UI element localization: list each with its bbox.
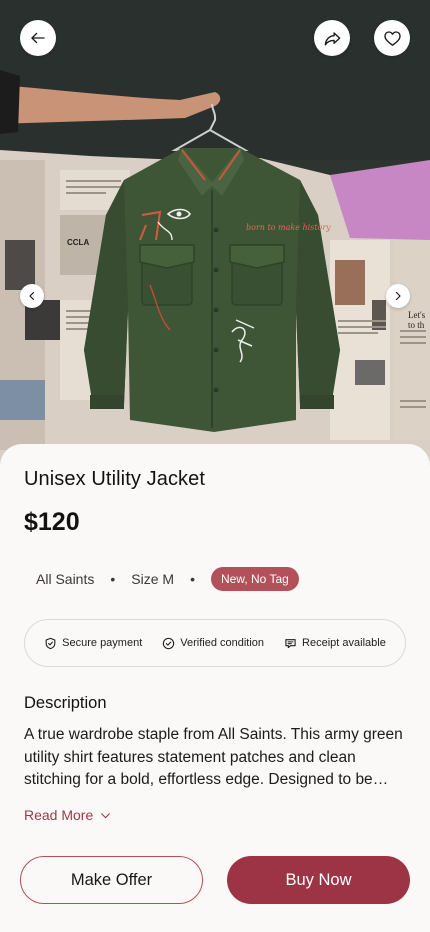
secure-payment-label: Secure payment [62,637,143,649]
product-title: Unisex Utility Jacket [24,468,206,490]
make-offer-label: Make Offer [70,870,153,889]
chevron-left-icon [29,291,35,301]
product-meta: All Saints • Size M • New, No Tag [36,566,299,592]
product-details-sheet: Unisex Utility Jacket $120 All Saints • … [0,444,430,932]
verified-condition-label: Verified condition [180,637,265,649]
separator-dot: • [110,571,116,587]
buy-now-label: Buy Now [285,870,352,889]
condition-badge: New, No Tag [210,567,299,591]
product-photo: CCLA Let's to th born to make history [0,0,430,470]
favorite-button[interactable] [374,20,410,56]
description-text: A true wardrobe staple from All Saints. … [24,726,403,788]
chevron-down-icon [101,812,111,818]
brand-label: All Saints [36,571,95,587]
heart-icon [383,30,401,46]
product-image-carousel[interactable]: CCLA Let's to th born to make history [0,0,430,470]
arrow-left-icon [31,32,45,44]
share-button[interactable] [314,20,350,56]
paper-text: CCLA [67,238,89,247]
previous-image-button[interactable] [20,284,44,308]
receipt-available-label: Receipt available [302,637,386,649]
verified-condition-item: Verified condition [162,637,264,650]
receipt-available-item: Receipt available [284,637,386,650]
jacket-embroidery-text: born to make history [246,223,331,232]
read-more-link[interactable]: Read More [24,807,112,823]
check-circle-icon [163,637,175,649]
separator-dot: • [190,571,195,587]
share-icon [324,31,340,46]
make-offer-button[interactable]: Make Offer [20,856,203,904]
paper-text: to th [408,320,425,330]
product-price: $120 [24,508,80,536]
next-image-button[interactable] [386,284,410,308]
size-label: Size M [131,571,175,587]
chevron-right-icon [395,291,401,301]
trust-indicators: Secure payment Verified condition Receip… [24,619,406,667]
shield-check-icon [45,637,56,649]
description-heading: Description [24,694,107,712]
back-button[interactable] [20,20,56,56]
secure-payment-item: Secure payment [44,637,142,650]
buy-now-button[interactable]: Buy Now [227,856,410,904]
paper-text: Let's [408,310,426,320]
receipt-icon [285,638,296,648]
read-more-label: Read More [24,807,94,823]
